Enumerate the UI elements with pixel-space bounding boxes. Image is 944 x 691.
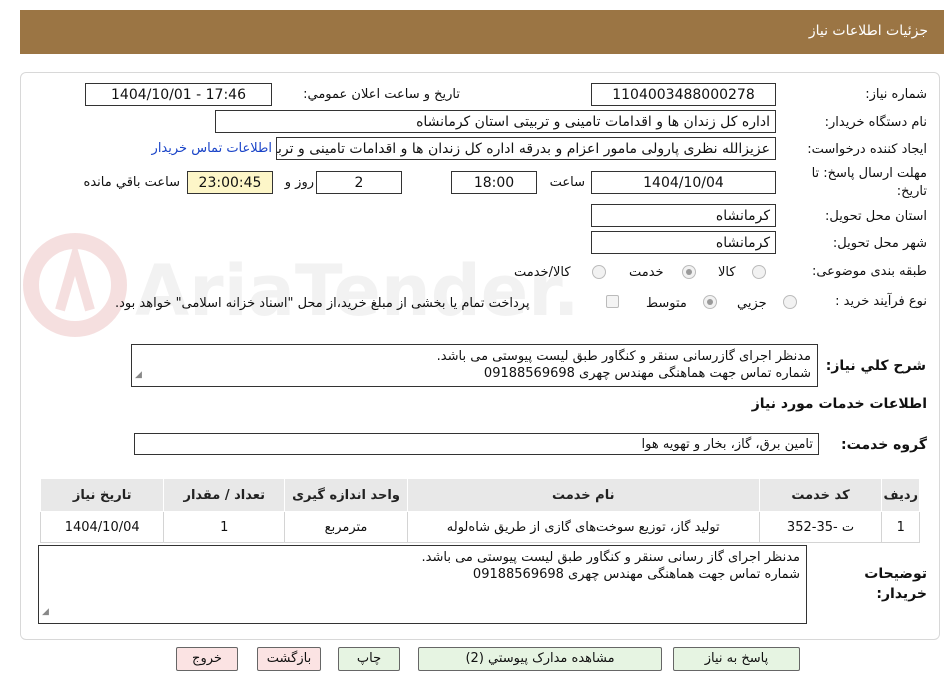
category-option-goods: کالا (718, 265, 736, 280)
process-radio-medium[interactable] (703, 295, 717, 309)
buyer-notes-label-1: توضیحات (864, 566, 927, 582)
cell-quantity: 1 (163, 511, 286, 543)
deadline-time-field: 18:00 (451, 171, 537, 194)
process-option-minor: جزيي (737, 296, 767, 311)
exit-button[interactable]: خروج (176, 647, 238, 671)
buyer-notes-line-1: مدنظر اجرای گاز رسانی سنقر و کنگاور طبق … (421, 550, 800, 565)
remaining-time-field: 23:00:45 (187, 171, 273, 194)
col-header-unit: واحد اندازه گيری (284, 478, 408, 512)
services-table: رديف کد خدمت نام خدمت واحد اندازه گيری ت… (39, 478, 920, 543)
table-row: 1 ت -35-352 تولید گاز، توزیع سوخت‌های گا… (39, 511, 920, 543)
resize-grip-icon[interactable]: ◢ (42, 604, 49, 621)
process-label: نوع فرآیند خرید : (835, 294, 927, 309)
requester-label: ایجاد کننده درخواست: (807, 142, 927, 157)
col-header-quantity: تعداد / مقدار (163, 478, 286, 512)
announce-datetime-field: 1404/10/01 - 17:46 (85, 83, 272, 106)
province-field: کرمانشاه (591, 204, 776, 227)
watermark-text: AriaTender.neT (135, 250, 580, 332)
cell-unit: مترمربع (284, 511, 408, 543)
cell-need-date: 1404/10/04 (39, 511, 165, 543)
col-header-service-code: کد خدمت (758, 478, 883, 512)
buyer-org-field: اداره کل زندان ها و اقدامات تامینی و ترب… (215, 110, 776, 133)
remaining-label: ساعت باقي مانده (83, 175, 180, 190)
province-label: استان محل تحویل: (825, 209, 927, 224)
need-number-label: شماره نیاز: (865, 87, 927, 102)
category-label: طبقه بندی موضوعی: (811, 264, 927, 279)
buyer-notes-textarea[interactable]: مدنظر اجرای گاز رسانی سنقر و کنگاور طبق … (38, 545, 807, 624)
deadline-label: مهلت ارسال پاسخ: تا (811, 166, 927, 181)
process-radio-minor[interactable] (783, 295, 797, 309)
days-label: روز و (284, 175, 314, 190)
days-field: 2 (316, 171, 402, 194)
summary-label: شرح کلي نياز: (825, 358, 926, 374)
col-header-service-name: نام خدمت (406, 478, 760, 512)
col-header-need-date: تاريخ نياز (39, 478, 165, 512)
watermark-logo: AriaTender.neT (23, 233, 580, 337)
print-button[interactable]: چاپ (338, 647, 400, 671)
buyer-org-label: نام دستگاه خريدار: (824, 115, 927, 130)
buyer-notes-line-2: شماره تماس جهت هماهنگی مهندس چهری 091885… (472, 567, 800, 582)
summary-textarea[interactable]: مدنظر اجرای گازرسانی سنقر و کنگاور طبق ل… (131, 344, 818, 387)
resize-grip-icon[interactable]: ◢ (135, 367, 142, 384)
category-radio-goods-service[interactable] (592, 265, 606, 279)
need-number-field: 1104003488000278 (591, 83, 776, 106)
cell-service-name: تولید گاز، توزیع سوخت‌های گازی از طریق ش… (406, 511, 760, 543)
back-button[interactable]: بازگشت (257, 647, 321, 671)
deadline-time-label: ساعت (549, 175, 585, 190)
page-title: جزئیات اطلاعات نیاز (808, 23, 928, 39)
summary-line-2: شماره تماس جهت هماهنگی مهندس چهری 091885… (483, 366, 811, 381)
city-label: شهر محل تحویل: (832, 236, 927, 251)
deadline-date-label: تاریخ: (896, 184, 927, 199)
reply-button[interactable]: پاسخ به نیاز (673, 647, 800, 671)
city-field: کرمانشاه (591, 231, 776, 254)
services-section-title: اطلاعات خدمات مورد نياز (751, 396, 927, 412)
treasury-checkbox[interactable] (606, 295, 619, 308)
cell-row-number: 1 (881, 511, 920, 543)
service-group-field: تامین برق، گاز، بخار و تهویه هوا (134, 433, 819, 455)
summary-line-1: مدنظر اجرای گازرسانی سنقر و کنگاور طبق ل… (436, 349, 811, 364)
process-option-medium: متوسط (646, 296, 687, 311)
deadline-date-field: 1404/10/04 (591, 171, 776, 194)
service-group-label: گروه خدمت: (841, 437, 927, 453)
col-header-row-number: رديف (881, 478, 920, 512)
category-radio-goods[interactable] (752, 265, 766, 279)
announce-label: تاریخ و ساعت اعلان عمومي: (303, 87, 460, 102)
page-header: جزئیات اطلاعات نیاز (20, 10, 944, 54)
table-header-row: رديف کد خدمت نام خدمت واحد اندازه گيری ت… (39, 478, 920, 512)
buyer-contact-link[interactable]: اطلاعات تماس خریدار (152, 141, 272, 156)
payment-note: پرداخت تمام یا بخشی از مبلغ خرید،از محل … (115, 296, 530, 311)
cell-service-code: ت -35-352 (758, 511, 883, 543)
view-attachments-button[interactable]: مشاهده مدارک پیوستي (2) (418, 647, 662, 671)
buyer-notes-label-2: خریدار: (876, 586, 927, 602)
category-radio-service[interactable] (682, 265, 696, 279)
category-option-goods-service: کالا/خدمت (514, 265, 571, 280)
requester-field: عزيزالله نظری پارولی مامور اعزام و بدرقه… (276, 137, 776, 160)
category-option-service: خدمت (629, 265, 664, 280)
